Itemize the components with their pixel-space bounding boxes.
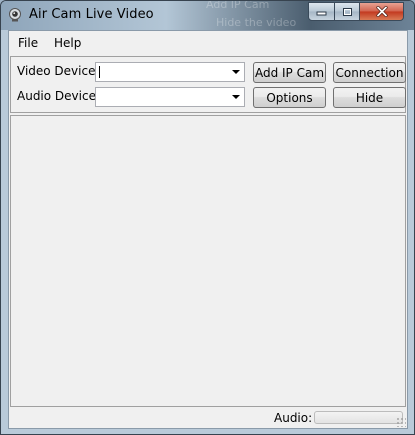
chevron-down-icon[interactable]	[232, 95, 240, 99]
add-ip-cam-button[interactable]: Add IP Cam	[253, 62, 326, 83]
video-device-select[interactable]	[95, 62, 245, 82]
chevron-down-icon[interactable]	[232, 70, 240, 74]
background-window-text: Hide the video	[216, 16, 297, 29]
webcam-icon	[9, 8, 21, 22]
video-device-label: Video Device:	[17, 64, 100, 78]
minimize-icon	[316, 11, 327, 15]
maximize-button[interactable]	[334, 2, 360, 21]
background-window-text: Add IP Cam	[206, 0, 270, 11]
close-icon	[375, 6, 388, 17]
app-window: Air Cam Live Video Add IP Cam Hide the v…	[0, 0, 415, 435]
minimize-button[interactable]	[308, 2, 335, 21]
resize-grip-icon[interactable]	[396, 417, 406, 427]
audio-device-label: Audio Device:	[17, 89, 101, 103]
title-bar[interactable]: Air Cam Live Video Add IP Cam Hide the v…	[1, 1, 414, 30]
hide-button[interactable]: Hide	[333, 87, 406, 108]
audio-level-meter	[314, 411, 403, 424]
options-button[interactable]: Options	[253, 87, 326, 108]
status-bar: Audio:	[9, 408, 407, 428]
video-preview-area	[10, 115, 406, 407]
menu-bar: File Help	[9, 31, 407, 54]
audio-label: Audio:	[274, 411, 313, 425]
close-button[interactable]	[359, 2, 404, 21]
device-panel: Video Device: Audio Device: Add IP Cam C…	[10, 56, 406, 113]
client-area: File Help Video Device: Audio Device: Ad…	[8, 30, 408, 429]
menu-help[interactable]: Help	[54, 36, 81, 50]
connection-button[interactable]: Connection	[333, 62, 406, 83]
maximize-icon	[342, 7, 352, 16]
window-title: Air Cam Live Video	[29, 7, 154, 22]
audio-device-select[interactable]	[95, 87, 245, 107]
menu-file[interactable]: File	[18, 36, 38, 50]
text-cursor	[99, 66, 100, 78]
